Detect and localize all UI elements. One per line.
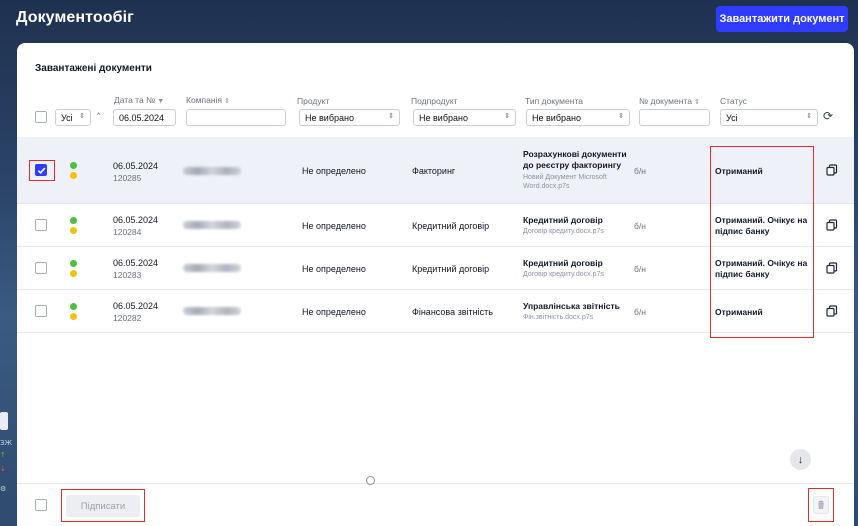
status-dot-yellow <box>70 313 77 320</box>
status-dot-yellow <box>70 172 77 179</box>
row-doc-file[interactable]: Договір кредиту.docx.p7s <box>523 227 628 236</box>
company-name-blurred <box>183 221 241 229</box>
row-product: Не определено <box>302 307 366 317</box>
date-filter-input[interactable]: 06.05.2024 <box>113 109 176 126</box>
row-status: Отриманий <box>715 307 763 317</box>
upload-document-button[interactable]: Завантажити документ <box>716 6 848 32</box>
status-select[interactable]: Усі ⇕ <box>720 109 818 126</box>
row-doc-file[interactable]: Новий Документ Microsoft Word.docx.p7s <box>523 173 628 191</box>
row-doc-title[interactable]: Розрахункові документи до реєстру фактор… <box>523 149 628 171</box>
date-filter-label[interactable]: Дата та № ▼ <box>114 95 164 105</box>
row-subproduct: Фінансова звітність <box>412 307 493 317</box>
company-name-blurred <box>183 167 241 175</box>
company-name-blurred <box>183 307 241 315</box>
row-doc-title[interactable]: Кредитний договір <box>523 215 628 226</box>
row-doc-title[interactable]: Кредитний договір <box>523 258 628 269</box>
section-title: Завантажені документи <box>35 63 152 74</box>
status-dot-green <box>70 260 77 267</box>
top-bar: Документообіг Завантажити документ <box>0 0 858 44</box>
row-product: Не определено <box>302 264 366 274</box>
row-date: 06.05.2024 <box>113 161 159 171</box>
page-title: Документообіг <box>16 9 134 26</box>
row-date: 06.05.2024 <box>113 301 159 311</box>
loading-spinner-icon <box>366 476 375 485</box>
product-select[interactable]: Не вибрано ⇕ <box>299 109 400 126</box>
row-subproduct: Кредитний договір <box>412 264 490 274</box>
status-dot-yellow <box>70 227 77 234</box>
row-date: 06.05.2024 <box>113 258 159 268</box>
all-select[interactable]: Усі ⇕ <box>55 109 91 126</box>
sidebar-label: ЗЖ <box>0 439 13 447</box>
row-product: Не определено <box>302 221 366 231</box>
row-status: Отриманий <box>715 166 763 176</box>
company-name-blurred <box>183 264 241 272</box>
status-dot-green <box>70 303 77 310</box>
footer-select-all-checkbox[interactable] <box>35 499 47 511</box>
row-doc-number: б/н <box>634 264 646 274</box>
settings-icon[interactable]: ⚙ <box>0 485 6 493</box>
row-doc-number: б/н <box>634 221 646 231</box>
row-number: 120284 <box>113 227 142 237</box>
copy-icon[interactable] <box>826 164 838 176</box>
sidebar-label: ↓ <box>0 465 6 473</box>
status-dot-yellow <box>70 270 77 277</box>
row-doc-title[interactable]: Управлінська звітність <box>523 301 628 312</box>
company-filter-input[interactable] <box>186 109 286 126</box>
sidebar-toggle[interactable] <box>0 412 8 430</box>
doctype-select[interactable]: Не вибрано ⇕ <box>526 109 630 126</box>
row-status: Отриманий. Очікує на підпис банку <box>715 215 808 236</box>
row-doc-file[interactable]: Договір кредиту.docx.p7s <box>523 270 628 279</box>
row-subproduct: Кредитний договір <box>412 221 490 231</box>
row-product: Не определено <box>302 166 366 176</box>
status-dot-green <box>70 217 77 224</box>
row-number: 120282 <box>113 313 142 323</box>
arrow-down-icon[interactable]: ↓ <box>790 449 811 470</box>
row-number: 120285 <box>113 173 142 183</box>
docnum-filter-label[interactable]: № документа ⇕ <box>639 96 700 106</box>
table-row[interactable]: 06.05.2024 120282 Не определено Фінансов… <box>17 290 854 333</box>
table-row[interactable]: 06.05.2024 120283 Не определено Кредитни… <box>17 247 854 290</box>
status-dot-green <box>70 162 77 169</box>
docnum-filter-input[interactable] <box>639 109 710 126</box>
table-row[interactable]: 06.05.2024 120285 Не определено Факторин… <box>17 137 854 204</box>
copy-icon[interactable] <box>826 262 838 274</box>
row-number: 120283 <box>113 270 142 280</box>
row-doc-number: б/н <box>634 166 646 176</box>
row-status: Отриманий. Очікує на підпис банку <box>715 258 808 279</box>
select-all-checkbox[interactable] <box>35 111 47 123</box>
copy-icon[interactable] <box>826 219 838 231</box>
sidebar-fragment: ЗЖ ↑ ↓ ⚙ <box>0 408 14 508</box>
product-filter-label: Продукт <box>297 96 330 106</box>
row-checkbox[interactable] <box>35 219 47 231</box>
company-filter-label[interactable]: Компанія ⇕ <box>186 95 230 105</box>
trash-icon[interactable] <box>813 496 829 514</box>
table-row[interactable]: 06.05.2024 120284 Не определено Кредитни… <box>17 204 854 247</box>
copy-icon[interactable] <box>826 305 838 317</box>
sidebar-label: ↑ <box>0 451 6 459</box>
row-checkbox[interactable] <box>35 305 47 317</box>
row-checkbox[interactable] <box>35 164 47 176</box>
doctype-filter-label: Тип документа <box>525 96 583 106</box>
footer-bar: Підписати <box>17 483 854 526</box>
refresh-icon[interactable]: ⟳ <box>823 109 833 123</box>
row-doc-file[interactable]: Фін.звітність.docx.p7s <box>523 313 628 322</box>
subproduct-select[interactable]: Не вибрано ⇕ <box>413 109 516 126</box>
row-subproduct: Факторинг <box>412 166 456 176</box>
row-doc-number: б/н <box>634 307 646 317</box>
collapse-icon[interactable]: ⌃ <box>95 111 102 122</box>
status-filter-label: Статус <box>720 96 747 106</box>
sign-button[interactable]: Підписати <box>66 495 140 517</box>
documents-panel: Завантажені документи Дата та № ▼ Компані… <box>17 43 854 526</box>
row-checkbox[interactable] <box>35 262 47 274</box>
subproduct-filter-label: Подпродукт <box>411 96 458 106</box>
row-date: 06.05.2024 <box>113 215 159 225</box>
